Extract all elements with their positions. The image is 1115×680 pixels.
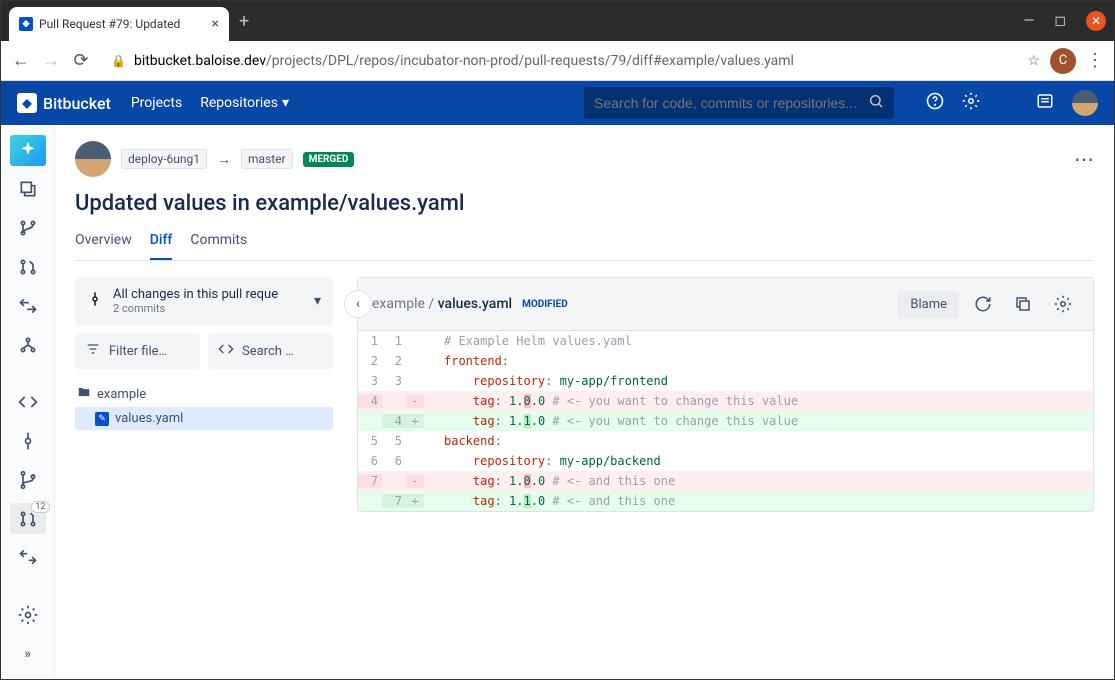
commit-icon: [87, 291, 103, 311]
tab-overview[interactable]: Overview: [75, 232, 132, 260]
collapse-sidebar-button[interactable]: ‹: [344, 290, 372, 318]
chevron-down-icon: ▾: [314, 293, 321, 309]
diff-line: 55backend:: [358, 431, 1093, 451]
diff-line: 4+ tag: 1.1.0 # <- you want to change th…: [358, 411, 1093, 431]
tab-title: Pull Request #79: Updated: [39, 17, 206, 31]
browser-profile-avatar[interactable]: C: [1050, 48, 1076, 74]
builds-icon[interactable]: [10, 542, 46, 573]
url-text: bitbucket.baloise.dev/projects/DPL/repos…: [134, 53, 794, 69]
clone-icon[interactable]: [10, 174, 46, 205]
page-title: Updated values in example/values.yaml: [75, 191, 1094, 216]
compare-icon[interactable]: [10, 291, 46, 322]
settings-icon[interactable]: [10, 599, 46, 630]
file-breadcrumb: example / values.yaml: [372, 296, 512, 312]
fork-icon[interactable]: [10, 329, 46, 360]
repo-sidebar: 12 »: [1, 125, 55, 679]
changes-dropdown[interactable]: All changes in this pull reque 2 commits…: [75, 277, 333, 325]
pull-requests-icon[interactable]: 12: [10, 503, 46, 534]
source-branch[interactable]: deploy-6ung1: [121, 149, 207, 169]
tab-commits[interactable]: Commits: [190, 232, 247, 260]
search-files-button[interactable]: Search …: [208, 333, 333, 369]
window-maximize-icon[interactable]: ◻: [1054, 13, 1066, 29]
diff-line: 7- tag: 1.0.0 # <- and this one: [358, 471, 1093, 491]
file-name: values.yaml: [115, 411, 183, 426]
window-minimize-icon[interactable]: —: [1023, 13, 1034, 29]
create-pr-icon[interactable]: [10, 252, 46, 283]
diff-line: 4- tag: 1.0.0 # <- you want to change th…: [358, 391, 1093, 411]
author-avatar[interactable]: [75, 141, 111, 177]
diff-line: 33 repository: my-app/frontend: [358, 371, 1093, 391]
address-bar[interactable]: 🔒 bitbucket.baloise.dev/projects/DPL/rep…: [101, 53, 1017, 69]
search-icon: [868, 93, 884, 113]
diff-line: 66 repository: my-app/backend: [358, 451, 1093, 471]
gear-icon[interactable]: [962, 92, 980, 114]
window-close-icon[interactable]: ✕: [1086, 11, 1106, 31]
diff-line: 22frontend:: [358, 351, 1093, 371]
tab-diff[interactable]: Diff: [150, 232, 173, 260]
bitbucket-header: ◆ Bitbucket Projects Repositories ▾: [1, 81, 1114, 125]
filter-files-button[interactable]: Filter file…: [75, 333, 200, 369]
modified-badge: MODIFIED: [522, 299, 568, 310]
copy-icon[interactable]: [1007, 288, 1039, 320]
search-input[interactable]: [594, 95, 860, 111]
help-icon[interactable]: [926, 92, 944, 114]
modified-file-icon: ✎: [95, 412, 109, 426]
changes-title: All changes in this pull reque: [113, 287, 304, 302]
brand-name: Bitbucket: [43, 94, 111, 113]
pr-count-badge: 12: [31, 501, 49, 513]
project-icon[interactable]: [10, 135, 46, 166]
diff-body: 11# Example Helm values.yaml22frontend:3…: [358, 331, 1093, 511]
user-avatar[interactable]: [1072, 90, 1098, 116]
lock-icon: 🔒: [111, 54, 126, 68]
bitbucket-logo-icon: ◆: [17, 93, 37, 113]
bitbucket-favicon: ◆: [19, 17, 33, 31]
folder-name: example: [97, 387, 146, 402]
global-search[interactable]: [584, 87, 894, 119]
changes-subtitle: 2 commits: [113, 302, 304, 315]
nav-repositories[interactable]: Repositories ▾: [200, 95, 289, 111]
tab-close-icon[interactable]: ×: [212, 16, 219, 32]
chevron-down-icon: ▾: [282, 95, 289, 111]
bitbucket-logo[interactable]: ◆ Bitbucket: [17, 93, 111, 113]
code-icon: [218, 341, 234, 361]
diff-settings-icon[interactable]: [1047, 288, 1079, 320]
file-row[interactable]: ✎ values.yaml: [75, 407, 333, 430]
create-branch-icon[interactable]: [10, 213, 46, 244]
new-tab-button[interactable]: +: [239, 11, 249, 32]
more-actions-icon[interactable]: ⋯: [1074, 147, 1094, 171]
browser-menu-icon[interactable]: ⋮: [1086, 50, 1104, 71]
refresh-icon[interactable]: [967, 288, 999, 320]
inbox-icon[interactable]: [1036, 92, 1054, 114]
diff-line: 11# Example Helm values.yaml: [358, 331, 1093, 351]
nav-forward-icon[interactable]: →: [41, 50, 61, 71]
bookmark-star-icon[interactable]: ☆: [1027, 53, 1040, 69]
nav-projects[interactable]: Projects: [131, 95, 182, 111]
target-branch[interactable]: master: [241, 149, 293, 169]
commits-icon[interactable]: [10, 425, 46, 456]
branches-icon[interactable]: [10, 464, 46, 495]
source-icon[interactable]: [10, 387, 46, 418]
diff-panel: ‹ example / values.yaml MODIFIED Blame 1…: [357, 277, 1094, 512]
browser-toolbar: ← → ⟳ 🔒 bitbucket.baloise.dev/projects/D…: [1, 41, 1114, 81]
blame-button[interactable]: Blame: [898, 291, 959, 318]
folder-icon: [77, 385, 91, 403]
browser-tab[interactable]: ◆ Pull Request #79: Updated ×: [9, 7, 229, 41]
status-badge: MERGED: [303, 152, 355, 167]
nav-back-icon[interactable]: ←: [11, 50, 31, 71]
window-titlebar: ◆ Pull Request #79: Updated × + — ◻ ✕: [1, 1, 1114, 41]
nav-reload-icon[interactable]: ⟳: [71, 50, 91, 71]
folder-row[interactable]: example: [75, 381, 333, 407]
diff-line: 7+ tag: 1.1.0 # <- and this one: [358, 491, 1093, 511]
filter-icon: [85, 341, 101, 361]
expand-sidebar-icon[interactable]: »: [10, 638, 46, 669]
arrow-right-icon: →: [217, 151, 231, 168]
